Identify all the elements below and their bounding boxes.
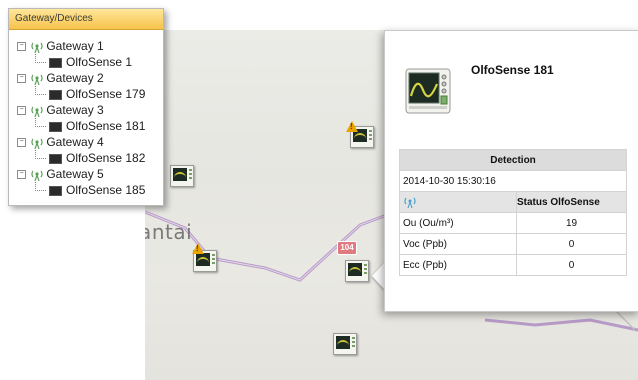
tree-gateway-3[interactable]: − Gateway 3 [17, 102, 163, 118]
collapse-icon[interactable]: − [17, 106, 26, 116]
tree-gateway-5[interactable]: − Gateway 5 [17, 166, 163, 182]
measure-value: 19 [516, 212, 627, 234]
popup-title: OlfoSense 181 [471, 63, 554, 77]
device-marker-selected[interactable] [345, 260, 369, 282]
measure-label: Voc (Ppb) [399, 233, 517, 255]
monitor-icon [196, 253, 210, 266]
olfosense-device-icon [405, 68, 451, 114]
tree-device-1[interactable]: OlfoSense 1 [17, 54, 163, 70]
status-header-cell [399, 191, 517, 213]
gateway-label: Gateway 4 [46, 135, 104, 149]
device-marker[interactable] [170, 165, 194, 187]
gateway-label: Gateway 5 [46, 167, 104, 181]
road-number-badge: 104 [337, 241, 357, 255]
table-row: Voc (Ppb) 0 [399, 233, 627, 255]
measure-value: 0 [516, 233, 627, 255]
warning-icon [192, 243, 204, 254]
device-marker[interactable] [333, 333, 357, 355]
device-tree: − Gateway 1 OlfoSense 1 − Gateway 2 Olfo… [9, 30, 163, 198]
table-row: Ecc (Ppb) 0 [399, 254, 627, 276]
monitor-icon [336, 336, 350, 349]
collapse-icon[interactable]: − [17, 138, 26, 148]
collapse-icon[interactable]: − [17, 170, 26, 180]
tree-device-182[interactable]: OlfoSense 182 [17, 150, 163, 166]
detection-timestamp: 2014-10-30 15:30:16 [399, 170, 627, 192]
device-detail-table: Detection 2014-10-30 15:30:16 Status Olf… [399, 149, 627, 276]
city-label: iantai [145, 220, 193, 244]
tree-gateway-1[interactable]: − Gateway 1 [17, 38, 163, 54]
measure-value: 0 [516, 254, 627, 276]
table-row: Ou (Ou/m³) 19 [399, 212, 627, 234]
gateway-label: Gateway 3 [46, 103, 104, 117]
gateway-label: Gateway 1 [46, 39, 104, 53]
device-label: OlfoSense 185 [66, 183, 146, 197]
warning-icon [346, 121, 358, 132]
gateway-antenna-icon [31, 106, 43, 117]
gateway-antenna-icon [31, 170, 43, 181]
signal-icon [404, 197, 416, 208]
device-icon [49, 153, 62, 164]
monitor-icon [173, 168, 187, 181]
gateway-antenna-icon [31, 138, 43, 149]
measure-label: Ecc (Ppb) [399, 254, 517, 276]
status-header: Status OlfoSense [516, 191, 627, 213]
gateway-devices-panel: Gateway/Devices − Gateway 1 OlfoSense 1 … [8, 8, 164, 206]
gateway-antenna-icon [31, 42, 43, 53]
tree-gateway-4[interactable]: − Gateway 4 [17, 134, 163, 150]
device-label: OlfoSense 181 [66, 119, 146, 133]
tree-device-179[interactable]: OlfoSense 179 [17, 86, 163, 102]
gateway-antenna-icon [31, 74, 43, 85]
device-icon [49, 57, 62, 68]
collapse-icon[interactable]: − [17, 42, 26, 52]
tree-device-181[interactable]: OlfoSense 181 [17, 118, 163, 134]
device-label: OlfoSense 1 [66, 55, 133, 69]
device-icon [49, 121, 62, 132]
gateway-label: Gateway 2 [46, 71, 104, 85]
monitor-icon [348, 263, 362, 276]
tree-device-185[interactable]: OlfoSense 185 [17, 182, 163, 198]
measure-label: Ou (Ou/m³) [399, 212, 517, 234]
tree-gateway-2[interactable]: − Gateway 2 [17, 70, 163, 86]
device-info-popup: OlfoSense 181 Detection 2014-10-30 15:30… [384, 30, 638, 312]
device-icon [49, 185, 62, 196]
device-icon [49, 89, 62, 100]
detection-header: Detection [399, 149, 627, 171]
device-label: OlfoSense 182 [66, 151, 146, 165]
panel-header: Gateway/Devices [9, 9, 163, 30]
device-label: OlfoSense 179 [66, 87, 146, 101]
collapse-icon[interactable]: − [17, 74, 26, 84]
